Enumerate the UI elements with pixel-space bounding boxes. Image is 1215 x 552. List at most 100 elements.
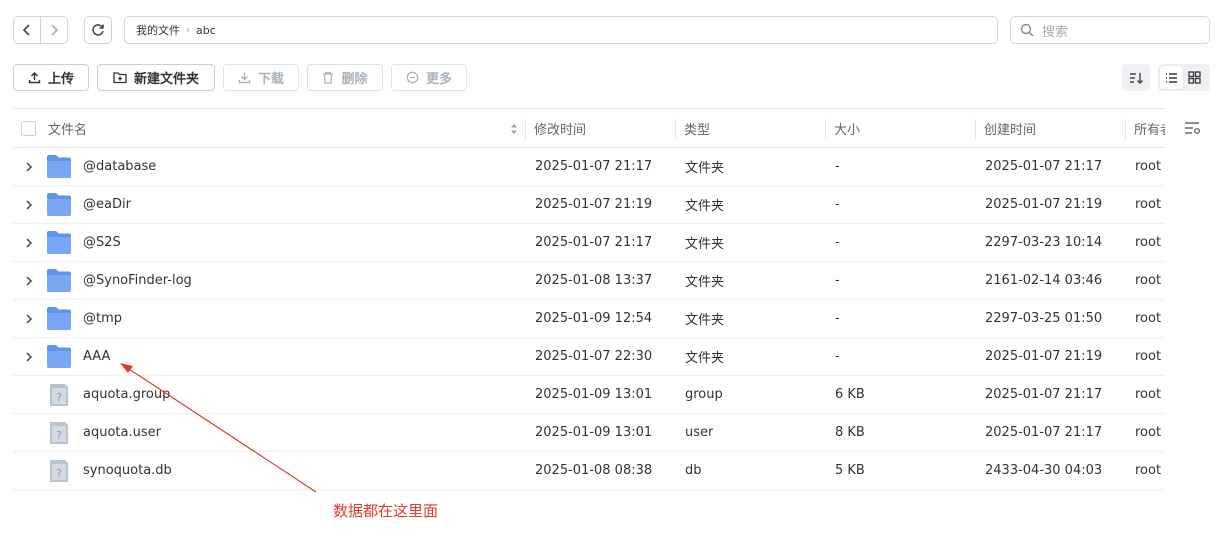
- table-row[interactable]: @database 2025-01-07 21:17 文件夹 - 2025-01-07 …: [13, 148, 1165, 186]
- table-row[interactable]: ? synoquota.db 2025-01-08 08:38 db 5 KB 2433-…: [13, 452, 1165, 490]
- more-label: 更多: [425, 72, 452, 87]
- table-row[interactable]: @tmp 2025-01-09 12:54 文件夹 - 2297-03-25 01:50…: [13, 300, 1165, 338]
- chevron-left-icon: [22, 24, 30, 36]
- column-header-owner[interactable]: 所有者: [1134, 109, 1165, 148]
- column-header-type[interactable]: 类型: [684, 109, 710, 148]
- created-time: 2161-02-14 03:46: [985, 273, 1103, 288]
- breadcrumb-root[interactable]: 我的文件: [136, 22, 180, 38]
- column-header-size[interactable]: 大小: [834, 109, 860, 148]
- created-time: 2025-01-07 21:17: [985, 387, 1103, 402]
- grid-view-button[interactable]: [1183, 66, 1206, 89]
- refresh-button[interactable]: [84, 16, 112, 44]
- select-all-checkbox[interactable]: [21, 109, 36, 148]
- trash-icon: [322, 71, 334, 84]
- breadcrumb-current[interactable]: abc: [196, 24, 216, 37]
- search-icon: [1020, 23, 1034, 37]
- modified-time: 2025-01-07 22:30: [535, 349, 653, 364]
- search-input[interactable]: 搜索: [1010, 16, 1210, 44]
- table-row[interactable]: AAA 2025-01-07 22:30 文件夹 - 2025-01-07 21:19 r…: [13, 338, 1165, 376]
- folder-icon: [46, 268, 72, 293]
- column-divider[interactable]: [975, 119, 976, 139]
- folder-icon: [46, 306, 72, 331]
- top-bar: 我的文件 › abc 搜索: [13, 15, 1210, 45]
- folder-icon: [46, 230, 72, 255]
- folder-icon: [46, 344, 72, 369]
- file-name: @tmp: [83, 311, 123, 326]
- column-divider[interactable]: [1125, 119, 1126, 139]
- svg-text:?: ?: [56, 391, 62, 404]
- more-icon: [406, 71, 419, 84]
- file-owner: root: [1135, 463, 1162, 478]
- file-name: @eaDir: [83, 197, 131, 212]
- expand-chevron-icon[interactable]: [25, 186, 33, 223]
- file-type: 文件夹: [685, 199, 725, 214]
- svg-text:?: ?: [56, 467, 62, 480]
- file-name: @SynoFinder-log: [83, 273, 192, 288]
- modified-time: 2025-01-08 08:38: [535, 463, 653, 478]
- created-time: 2433-04-30 04:03: [985, 463, 1103, 478]
- column-header-modified[interactable]: 修改时间: [534, 109, 586, 148]
- table-row[interactable]: @SynoFinder-log 2025-01-08 13:37 文件夹 - 2161-…: [13, 262, 1165, 300]
- column-header-name[interactable]: 文件名: [48, 109, 87, 148]
- file-type: user: [685, 425, 714, 440]
- table-header: 文件名 修改时间 类型 大小 创建时间 所有者: [13, 108, 1165, 148]
- column-header-created[interactable]: 创建时间: [984, 109, 1036, 148]
- file-size: 5 KB: [835, 463, 865, 478]
- list-view-button[interactable]: [1160, 66, 1183, 89]
- download-button[interactable]: 下载: [223, 64, 299, 91]
- table-row[interactable]: ? aquota.user 2025-01-09 13:01 user 8 KB 2025…: [13, 414, 1165, 452]
- column-settings-icon: [1185, 122, 1201, 135]
- delete-button[interactable]: 删除: [307, 64, 383, 91]
- file-table: 文件名 修改时间 类型 大小 创建时间 所有者 @database 2025-01…: [13, 108, 1165, 490]
- created-time: 2297-03-25 01:50: [985, 311, 1103, 326]
- expand-chevron-icon[interactable]: [25, 338, 33, 375]
- created-time: 2025-01-07 21:17: [985, 425, 1103, 440]
- file-icon: ?: [46, 382, 72, 407]
- modified-time: 2025-01-08 13:37: [535, 273, 653, 288]
- file-icon: ?: [46, 458, 72, 483]
- modified-time: 2025-01-09 13:01: [535, 387, 653, 402]
- sort-button[interactable]: [1122, 64, 1150, 91]
- file-owner: root: [1135, 311, 1162, 326]
- column-divider[interactable]: [675, 119, 676, 139]
- table-row[interactable]: @eaDir 2025-01-07 21:19 文件夹 - 2025-01-07 21:…: [13, 186, 1165, 224]
- table-body: @database 2025-01-07 21:17 文件夹 - 2025-01-07 …: [13, 148, 1165, 490]
- created-time: 2297-03-23 10:14: [985, 235, 1103, 250]
- file-owner: root: [1135, 235, 1162, 250]
- file-type: db: [685, 463, 702, 478]
- upload-label: 上传: [47, 72, 74, 87]
- column-owner-label: 所有者: [1134, 123, 1165, 138]
- file-type: 文件夹: [685, 237, 725, 252]
- new-folder-label: 新建文件夹: [133, 72, 199, 87]
- column-modified-label: 修改时间: [534, 123, 587, 138]
- file-name: aquota.group: [83, 387, 171, 402]
- grid-view-icon: [1188, 71, 1201, 84]
- delete-label: 删除: [341, 72, 368, 87]
- back-button[interactable]: [13, 16, 41, 44]
- file-size: -: [835, 311, 840, 326]
- modified-time: 2025-01-07 21:17: [535, 159, 653, 174]
- forward-button[interactable]: [40, 16, 68, 44]
- file-name: @database: [83, 159, 157, 174]
- upload-button[interactable]: 上传: [13, 64, 89, 91]
- column-divider[interactable]: [825, 119, 826, 139]
- file-type: group: [685, 387, 723, 402]
- table-row[interactable]: @S2S 2025-01-07 21:17 文件夹 - 2297-03-23 10:14…: [13, 224, 1165, 262]
- breadcrumb[interactable]: 我的文件 › abc: [124, 16, 998, 44]
- expand-chevron-icon[interactable]: [25, 148, 33, 185]
- expand-chevron-icon[interactable]: [25, 224, 33, 261]
- more-button[interactable]: 更多: [391, 64, 467, 91]
- file-size: 6 KB: [835, 387, 865, 402]
- column-divider[interactable]: [525, 119, 526, 139]
- column-sort-toggle[interactable]: [510, 109, 518, 148]
- column-name-label: 文件名: [48, 123, 88, 138]
- expand-chevron-icon[interactable]: [25, 262, 33, 299]
- file-type: 文件夹: [685, 313, 725, 328]
- new-folder-button[interactable]: 新建文件夹: [97, 64, 215, 91]
- file-name: AAA: [83, 349, 111, 364]
- table-row[interactable]: ? aquota.group 2025-01-09 13:01 group 6 KB 20…: [13, 376, 1165, 414]
- expand-chevron-icon[interactable]: [25, 300, 33, 337]
- modified-time: 2025-01-09 13:01: [535, 425, 653, 440]
- modified-time: 2025-01-09 12:54: [535, 311, 653, 326]
- column-settings-button[interactable]: [1184, 120, 1202, 140]
